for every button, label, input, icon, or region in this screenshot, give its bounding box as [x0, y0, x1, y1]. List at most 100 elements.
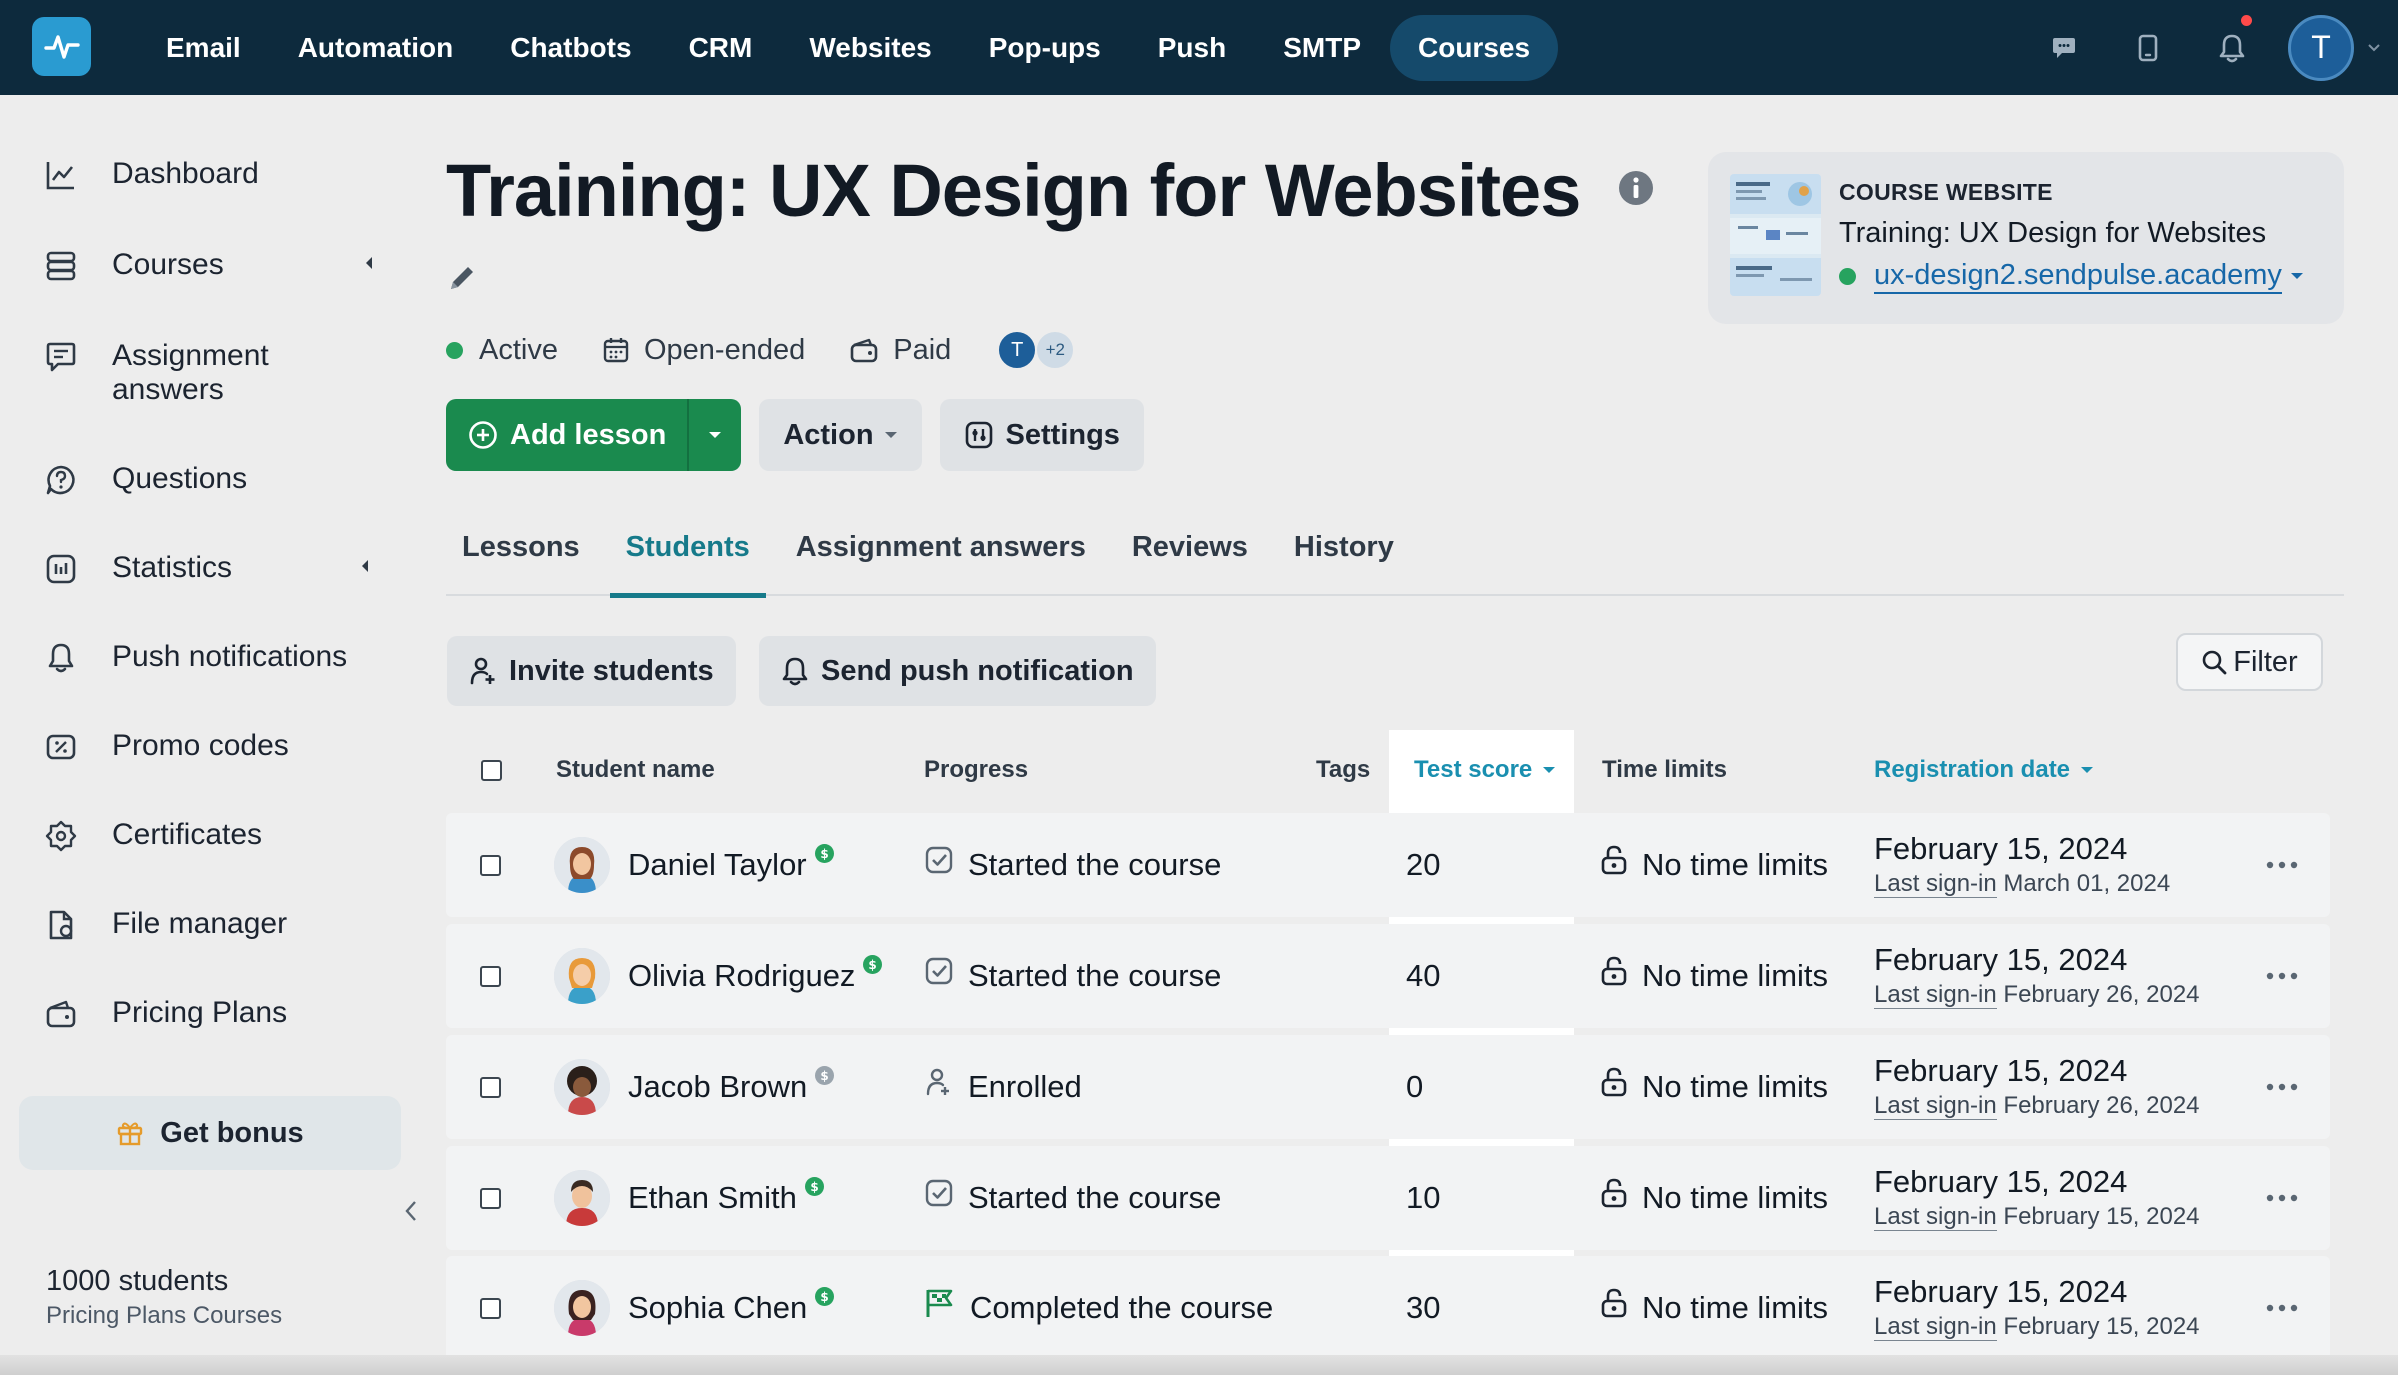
student-name[interactable]: Olivia Rodriguez [628, 958, 855, 994]
send-push-label: Send push notification [821, 654, 1134, 687]
search-icon [2202, 650, 2227, 675]
nav-smtp[interactable]: SMTP [1255, 15, 1389, 81]
get-bonus-button[interactable]: Get bonus [19, 1096, 401, 1170]
nav-popups[interactable]: Pop-ups [961, 15, 1129, 81]
last-signin-label: Last sign-in [1874, 1092, 1997, 1120]
tab-lessons[interactable]: Lessons [446, 520, 596, 596]
caret-down-icon[interactable] [2290, 272, 2304, 280]
student-name[interactable]: Sophia Chen [628, 1290, 807, 1326]
sendpulse-logo-icon[interactable] [32, 17, 91, 76]
row-checkbox[interactable] [480, 1076, 501, 1098]
action-row: Add lesson Action Settings [446, 399, 1144, 471]
students-table-header: Student name Progress Tags Test score Ti… [446, 730, 2330, 810]
course-members[interactable]: T +2 [997, 330, 1076, 370]
student-name[interactable]: Ethan Smith [628, 1180, 797, 1216]
plan-name[interactable]: Pricing Plans Courses [46, 1302, 282, 1330]
tab-reviews[interactable]: Reviews [1116, 520, 1264, 596]
registration-date: February 15, 2024 [1874, 831, 2128, 866]
registration-date: February 15, 2024 [1874, 942, 2128, 977]
nav-websites[interactable]: Websites [781, 15, 959, 81]
sidebar-item-certificates[interactable]: Certificates [44, 818, 384, 853]
user-avatar[interactable]: T [2288, 14, 2354, 81]
info-icon[interactable] [1618, 170, 1654, 206]
student-avatar [554, 948, 610, 1004]
settings-button[interactable]: Settings [939, 399, 1144, 471]
more-options-icon[interactable] [2266, 813, 2298, 917]
sidebar-item-promo-codes[interactable]: Promo codes [44, 729, 384, 764]
add-lesson-button[interactable]: Add lesson [446, 399, 690, 471]
notifications-bell-icon[interactable] [2190, 0, 2274, 95]
row-checkbox[interactable] [480, 965, 501, 987]
more-options-icon[interactable] [2266, 1146, 2298, 1250]
svg-text:$: $ [810, 1180, 818, 1193]
tab-students[interactable]: Students [609, 520, 766, 598]
sidebar-item-questions[interactable]: Questions [44, 462, 384, 497]
course-website-name: Training: UX Design for Websites [1839, 217, 2267, 249]
row-checkbox[interactable] [480, 854, 501, 876]
promo-icon [44, 730, 78, 764]
invite-students-button[interactable]: Invite students [447, 636, 736, 706]
status-dot [446, 341, 463, 359]
more-options-icon[interactable] [2266, 1256, 2298, 1360]
tab-assignment-answers[interactable]: Assignment answers [780, 520, 1102, 596]
nav-automation[interactable]: Automation [270, 15, 482, 81]
sidebar-item-push-notifications[interactable]: Push notifications [44, 640, 384, 675]
student-name[interactable]: Jacob Brown [628, 1069, 807, 1105]
table-row[interactable]: Daniel Taylor $ Started the course 20 No… [446, 813, 2330, 917]
row-checkbox[interactable] [480, 1187, 501, 1209]
nav-push[interactable]: Push [1130, 15, 1254, 81]
nav-courses[interactable]: Courses [1390, 14, 1559, 81]
tab-history[interactable]: History [1278, 520, 1410, 596]
last-signin-date: February 15, 2024 [2003, 1203, 2200, 1230]
collapse-sidebar-icon[interactable] [404, 1199, 418, 1223]
more-options-icon[interactable] [2266, 1035, 2298, 1139]
website-thumbnail[interactable] [1730, 174, 1821, 296]
header-time-limits: Time limits [1602, 756, 1727, 783]
row-checkbox-cell [480, 1146, 501, 1250]
action-label: Action [783, 418, 874, 451]
nav-email[interactable]: Email [138, 15, 269, 81]
table-row[interactable]: Ethan Smith $ Started the course 10 No t… [446, 1146, 2330, 1250]
time-limits-cell: No time limits [1600, 813, 1828, 917]
gift-icon [116, 1119, 144, 1147]
unlock-icon [1601, 1178, 1627, 1208]
mobile-app-icon[interactable] [2106, 0, 2190, 95]
pricing-badge: Paid [849, 334, 951, 367]
select-all-checkbox[interactable] [481, 759, 502, 781]
add-lesson-dropdown-button[interactable] [689, 399, 741, 471]
sidebar-item-statistics[interactable]: Statistics [44, 551, 384, 586]
sidebar-item-courses[interactable]: Courses [44, 248, 384, 283]
invite-students-label: Invite students [509, 654, 714, 687]
top-navigation-bar: Email Automation Chatbots CRM Websites P… [0, 0, 2398, 95]
sidebar-item-file-manager[interactable]: File manager [44, 907, 384, 942]
sidebar-item-dashboard[interactable]: Dashboard [44, 157, 384, 192]
row-checkbox[interactable] [480, 1297, 501, 1319]
sidebar-item-pricing-plans[interactable]: Pricing Plans [44, 996, 384, 1031]
chevron-down-icon[interactable] [2354, 43, 2394, 52]
table-row[interactable]: Sophia Chen $ Completed the course 30 No… [446, 1256, 2330, 1360]
pencil-icon[interactable] [446, 262, 478, 294]
student-name[interactable]: Daniel Taylor [628, 847, 807, 883]
table-row[interactable]: Olivia Rodriguez $ Started the course 40… [446, 924, 2330, 1028]
chat-icon[interactable] [2022, 0, 2106, 95]
more-options-icon[interactable] [2266, 924, 2298, 1028]
header-progress: Progress [924, 756, 1029, 783]
course-website-url-link[interactable]: ux-design2.sendpulse.academy [1874, 258, 2282, 294]
nav-chatbots[interactable]: Chatbots [482, 15, 659, 81]
member-avatar: T [997, 330, 1038, 370]
send-push-notification-button[interactable]: Send push notification [759, 636, 1156, 706]
action-dropdown-button[interactable]: Action [759, 399, 922, 471]
header-registration-date[interactable]: Registration date [1874, 730, 2094, 810]
nav-crm[interactable]: CRM [661, 15, 781, 81]
sidebar: Dashboard Courses Assignment answers Que… [0, 95, 420, 1375]
header-test-score[interactable]: Test score [1414, 730, 1556, 810]
duration-badge: Open-ended [602, 334, 805, 367]
filter-button[interactable]: Filter [2176, 633, 2323, 691]
settings-label: Settings [1005, 418, 1120, 451]
sidebar-item-assignment-answers[interactable]: Assignment answers [44, 339, 384, 407]
progress-cell: Started the course [924, 1146, 1221, 1250]
registration-cell: February 15, 2024 Last sign-in March 01,… [1874, 813, 2170, 917]
test-score-cell: 40 [1406, 958, 1441, 993]
table-row[interactable]: Jacob Brown $ Enrolled 0 No time limits … [446, 1035, 2330, 1139]
progress-cell: Started the course [924, 813, 1221, 917]
